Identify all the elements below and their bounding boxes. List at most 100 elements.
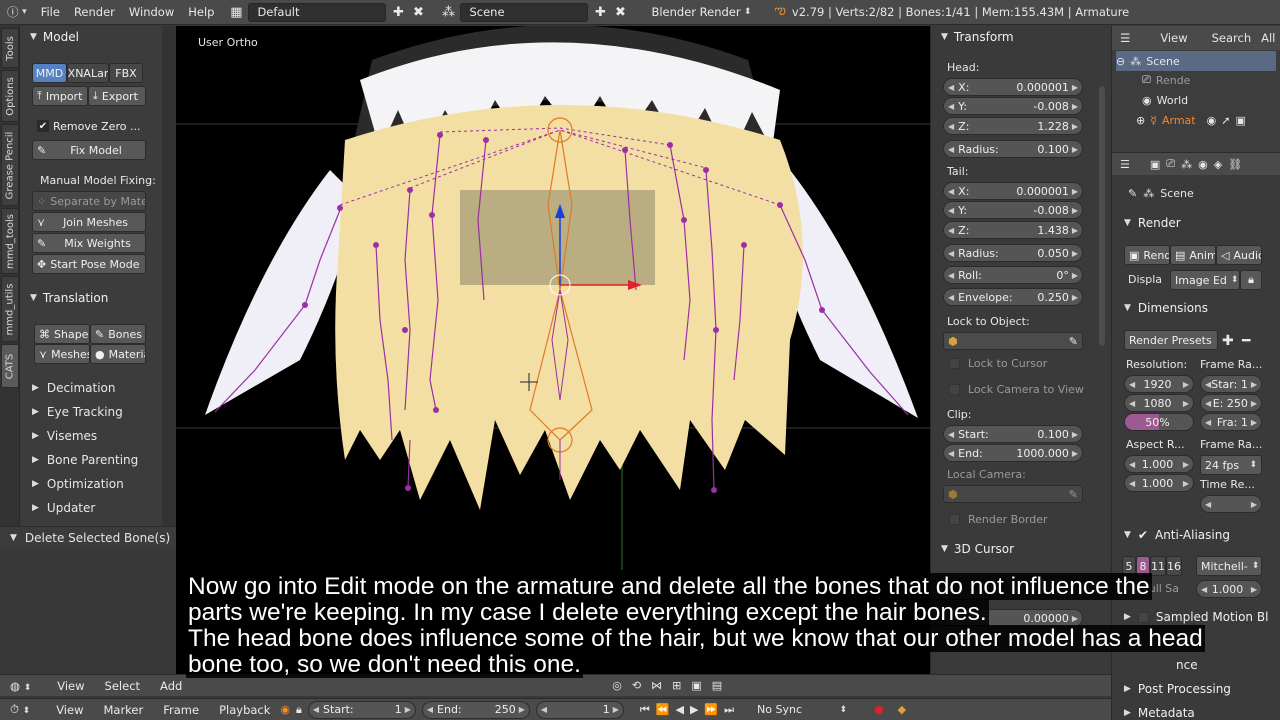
translate-bones-button[interactable]: ✎ Bones bbox=[90, 324, 146, 344]
keyframe-type-icon[interactable]: ◉ bbox=[280, 703, 290, 716]
play-icon[interactable]: ▶ bbox=[690, 703, 698, 717]
menu-window[interactable]: Window bbox=[122, 0, 181, 25]
tree-item-world[interactable]: ◉ World bbox=[1142, 90, 1188, 110]
anti-aliasing-panel-header[interactable]: ▼ ✔ Anti-Aliasing bbox=[1124, 525, 1230, 545]
time-remap-field[interactable]: ◀ ▶ bbox=[1200, 495, 1262, 513]
decrement-arrow-icon[interactable]: ◀ bbox=[1205, 500, 1211, 509]
increment-arrow-icon[interactable]: ▶ bbox=[1183, 399, 1189, 408]
object-tab-icon[interactable]: ◈ bbox=[1214, 158, 1222, 171]
layout-grid-icon[interactable]: ▦ bbox=[228, 4, 244, 20]
menu-file[interactable]: File bbox=[34, 0, 67, 25]
aspect-x-field[interactable]: ◀ 1.000 ▶ bbox=[1124, 455, 1194, 473]
fix-model-button[interactable]: ✎ Fix Model bbox=[32, 140, 146, 160]
tab-fbx[interactable]: FBX bbox=[109, 63, 143, 83]
play-reverse-icon[interactable]: ◀ bbox=[675, 703, 683, 717]
menu-playback[interactable]: Playback bbox=[209, 703, 280, 717]
render-tab-icon[interactable]: ▣ bbox=[1150, 158, 1160, 171]
increment-arrow-icon[interactable]: ▶ bbox=[1072, 145, 1078, 154]
increment-arrow-icon[interactable]: ▶ bbox=[405, 705, 411, 714]
resolution-x-field[interactable]: ◀ 1920 ▶ bbox=[1124, 375, 1194, 393]
lock-interface-button[interactable]: 🔒︎ bbox=[1240, 270, 1262, 290]
lock-object-field[interactable]: ⬢ ✎ bbox=[943, 332, 1083, 350]
export-button[interactable]: ⤓ Export bbox=[88, 86, 146, 106]
clip-end-field[interactable]: ◀ End: 1000.000 ▶ bbox=[943, 444, 1083, 462]
menu-help[interactable]: Help bbox=[181, 0, 221, 25]
menu-search[interactable]: Search bbox=[1212, 31, 1252, 45]
outliner-editor-icon[interactable]: ☰ bbox=[1120, 31, 1130, 45]
separate-by-material-button[interactable]: ⁘Separate by Mate... bbox=[32, 191, 146, 211]
updater-panel-header[interactable]: ▶ Updater bbox=[32, 498, 95, 518]
local-camera-field[interactable]: ⬢ ✎ bbox=[943, 485, 1083, 503]
filter-size-field[interactable]: ◀ 1.000 ▶ bbox=[1196, 580, 1262, 598]
render-engine-select[interactable]: Blender Render ⬍ bbox=[642, 2, 761, 22]
decrement-arrow-icon[interactable]: ◀ bbox=[948, 249, 954, 258]
pin-icon[interactable]: ✎ bbox=[1128, 187, 1137, 200]
aa-filter-select[interactable]: Mitchell- ⬍ bbox=[1196, 556, 1262, 576]
menu-render[interactable]: Render bbox=[67, 0, 122, 25]
increment-arrow-icon[interactable]: ▶ bbox=[1072, 122, 1078, 131]
increment-arrow-icon[interactable]: ▶ bbox=[1251, 380, 1257, 389]
tab-options[interactable]: Options bbox=[1, 70, 19, 122]
properties-editor-icon[interactable]: ☰ bbox=[1120, 158, 1130, 171]
increment-arrow-icon[interactable]: ▶ bbox=[1183, 479, 1189, 488]
eyedropper-icon[interactable]: ✎ bbox=[1069, 488, 1078, 501]
head-z-field[interactable]: ◀ Z: 1.228 ▶ bbox=[943, 117, 1083, 135]
manipulator-icon[interactable]: ⟲ bbox=[632, 679, 641, 692]
tail-z-field[interactable]: ◀ Z: 1.438 ▶ bbox=[943, 221, 1083, 239]
decrement-arrow-icon[interactable]: ◀ bbox=[948, 145, 954, 154]
timeline-start-field[interactable]: ◀ Start: 1 ▶ bbox=[307, 700, 416, 719]
decrement-arrow-icon[interactable]: ◀ bbox=[948, 271, 954, 280]
frame-start-field[interactable]: ◀ Star: 1 ▶ bbox=[1200, 375, 1262, 393]
import-button[interactable]: ⤒ Import bbox=[32, 86, 88, 106]
menu-select[interactable]: Select bbox=[95, 679, 150, 693]
tree-item-armature[interactable]: ⊕ ☿ Armat ◉ ➚ ▣ bbox=[1136, 110, 1246, 130]
decrement-arrow-icon[interactable]: ◀ bbox=[948, 102, 954, 111]
increment-arrow-icon[interactable]: ▶ bbox=[1072, 206, 1078, 215]
editor-type-button[interactable]: ⏱ ⬍ bbox=[0, 702, 34, 717]
increment-arrow-icon[interactable]: ▶ bbox=[1072, 187, 1078, 196]
opengl-render-icon[interactable]: ▤ bbox=[712, 679, 722, 692]
selectable-cursor-icon[interactable]: ➚ bbox=[1221, 114, 1230, 127]
head-radius-field[interactable]: ◀ Radius: 0.100 ▶ bbox=[943, 140, 1083, 158]
render-border-checkbox[interactable]: Render Border bbox=[949, 513, 1048, 526]
model-panel-header[interactable]: ▼ Model bbox=[20, 27, 79, 47]
decrement-arrow-icon[interactable]: ◀ bbox=[948, 430, 954, 439]
decrement-arrow-icon[interactable]: ◀ bbox=[948, 122, 954, 131]
decrement-arrow-icon[interactable]: ◀ bbox=[948, 206, 954, 215]
increment-arrow-icon[interactable]: ▶ bbox=[1072, 249, 1078, 258]
increment-arrow-icon[interactable]: ▶ bbox=[1251, 500, 1257, 509]
dimensions-panel-header[interactable]: ▼ Dimensions bbox=[1124, 298, 1208, 318]
join-meshes-button[interactable]: ⋎ Join Meshes bbox=[32, 212, 146, 232]
translation-panel-header[interactable]: ▼ Translation bbox=[20, 288, 108, 308]
frame-step-field[interactable]: ◀ Fra: 1 ▶ bbox=[1200, 413, 1262, 431]
timeline-end-field[interactable]: ◀ End: 250 ▶ bbox=[421, 700, 530, 719]
remove-zero-checkbox[interactable]: ✔ Remove Zero ... bbox=[32, 116, 146, 136]
aa-sample-16[interactable]: 16 bbox=[1166, 556, 1182, 576]
start-pose-mode-button[interactable]: ✥ Start Pose Mode bbox=[32, 254, 146, 274]
tab-mmd-utils[interactable]: mmd_utils bbox=[1, 276, 19, 342]
scene-icon[interactable]: ⁂ bbox=[440, 4, 456, 20]
render-layers-tab-icon[interactable]: ⎚ bbox=[1166, 157, 1175, 171]
tab-xnalara[interactable]: XNALar bbox=[67, 63, 109, 83]
resolution-y-field[interactable]: ◀ 1080 ▶ bbox=[1124, 394, 1194, 412]
tree-item-scene[interactable]: ⊖ ⁂ Scene bbox=[1116, 51, 1276, 71]
render-panel-header[interactable]: ▼ Render bbox=[1124, 213, 1181, 233]
mix-weights-button[interactable]: ✎ Mix Weights bbox=[32, 233, 146, 253]
tab-mmd-tools[interactable]: mmd_tools bbox=[1, 208, 19, 274]
eyedropper-icon[interactable]: ✎ bbox=[1069, 335, 1078, 348]
tree-item-render-layers[interactable]: ⎚ Rende bbox=[1142, 70, 1190, 90]
menu-frame[interactable]: Frame bbox=[153, 703, 209, 717]
bone-parenting-panel-header[interactable]: ▶ Bone Parenting bbox=[32, 450, 138, 470]
roll-field[interactable]: ◀ Roll: 0° ▶ bbox=[943, 266, 1083, 284]
optimization-panel-header[interactable]: ▶ Optimization bbox=[32, 474, 124, 494]
record-icon[interactable]: ● bbox=[874, 703, 884, 716]
eye-tracking-panel-header[interactable]: ▶ Eye Tracking bbox=[32, 402, 123, 422]
increment-arrow-icon[interactable]: ▶ bbox=[1072, 271, 1078, 280]
clip-start-field[interactable]: ◀ Start: 0.100 ▶ bbox=[943, 425, 1083, 443]
constraints-tab-icon[interactable]: ⛓ bbox=[1228, 158, 1242, 171]
increment-arrow-icon[interactable]: ▶ bbox=[1072, 449, 1078, 458]
lock-camera-checkbox[interactable]: Lock Camera to View bbox=[949, 383, 1084, 396]
render-camera-icon[interactable]: ▣ bbox=[1235, 114, 1245, 127]
decrement-arrow-icon[interactable]: ◀ bbox=[948, 293, 954, 302]
tail-radius-field[interactable]: ◀ Radius: 0.050 ▶ bbox=[943, 244, 1083, 262]
